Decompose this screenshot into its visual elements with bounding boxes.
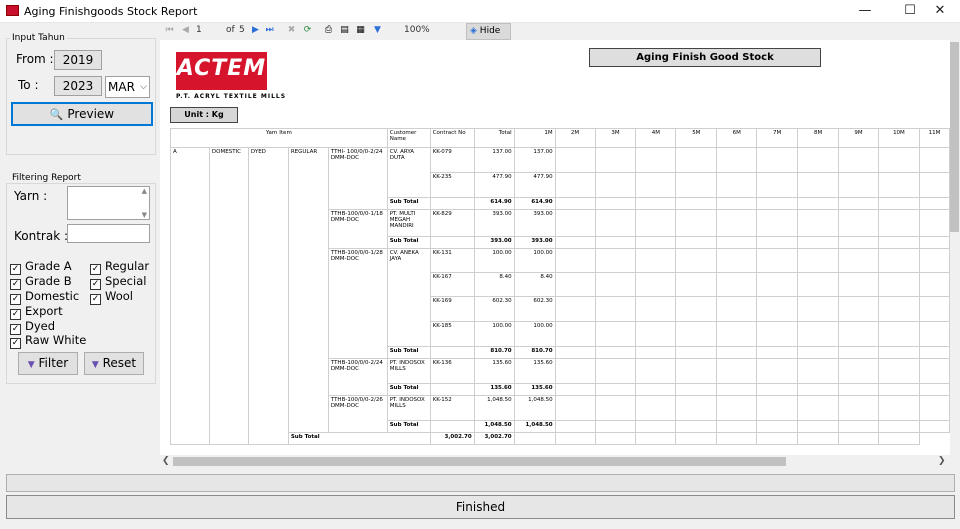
filter-label: Filter [38, 356, 69, 370]
reset-button[interactable]: ▼ Reset [84, 352, 144, 375]
close-button[interactable]: ✕ [925, 0, 955, 23]
scroll-left-icon[interactable]: ❮ [162, 456, 170, 466]
check-icon: ✓ [10, 338, 21, 349]
month-select[interactable]: MAR ⌵ [105, 76, 150, 98]
class-cell: REGULAR [287, 147, 329, 433]
special-checkbox[interactable]: ✓ Special [90, 274, 146, 290]
header-3m: 3M [594, 128, 637, 148]
filtering-title: Filtering Report [10, 173, 83, 183]
reset-label: Reset [102, 356, 137, 370]
check-icon: ✓ [90, 294, 101, 305]
app-icon [6, 5, 19, 16]
header-9m: 9M [838, 128, 879, 148]
filter-button[interactable]: ▼ Filter [18, 352, 78, 375]
header-1m: 1M [513, 128, 556, 148]
market-cell: DOMESTIC [208, 147, 249, 445]
report-title: Aging Finish Good Stock [589, 48, 821, 67]
header-row: Yarn Item Customer Name Contract No Tota… [170, 128, 950, 148]
header-2m: 2M [554, 128, 596, 148]
unit-label: Unit : Kg [170, 107, 238, 123]
regular-checkbox[interactable]: ✓ Regular [90, 259, 149, 275]
to-label: To : [18, 78, 39, 92]
title-bar: Aging Finishgoods Stock Report — ☐ ✕ [0, 0, 960, 23]
hide-button[interactable]: ◈ Hide [466, 23, 511, 40]
grade-cell: A [170, 147, 210, 445]
scroll-up-icon: ▲ [141, 187, 147, 195]
yarn-label: Yarn : [14, 189, 48, 203]
magnifier-icon: 🔍 [49, 108, 64, 121]
report-toolbar: ⏮ ◀ 1 of 5 ▶ ⏭ ✖ ⟳ ⎙ ▤ ▦ ▼ 100% ◈ Hide [160, 23, 960, 40]
header-contract: Contract No [429, 128, 475, 148]
header-8m: 8M [797, 128, 840, 148]
grade-a-checkbox[interactable]: ✓ Grade A [10, 259, 72, 275]
refresh-icon[interactable]: ⟳ [302, 25, 313, 36]
wool-checkbox[interactable]: ✓ Wool [90, 289, 133, 305]
input-tahun-title: Input Tahun [10, 33, 67, 43]
preview-button[interactable]: 🔍 Preview [11, 102, 153, 126]
header-5m: 5M [675, 128, 718, 148]
page-total: 5 [239, 25, 245, 35]
page-of-label: of [226, 25, 235, 35]
left-panel: Input Tahun From : 2019 To : 2023 MAR ⌵ … [0, 23, 160, 471]
header-total: Total [473, 128, 515, 148]
month-value: MAR [108, 80, 135, 94]
header-6m: 6M [716, 128, 758, 148]
export-checkbox[interactable]: ✓ Export [10, 304, 63, 320]
print-icon[interactable]: ⎙ [323, 25, 334, 36]
horizontal-scroll-thumb[interactable] [173, 457, 786, 466]
domestic-checkbox[interactable]: ✓ Domestic [10, 289, 79, 305]
report-table: Yarn Item Customer Name Contract No Tota… [170, 128, 950, 445]
prev-page-icon[interactable]: ◀ [180, 25, 191, 36]
stop-icon[interactable]: ✖ [286, 25, 297, 36]
page-number-input[interactable]: 1 [196, 25, 202, 35]
chevron-down-icon: ⌵ [140, 82, 147, 92]
raw-white-checkbox[interactable]: ✓ Raw White [10, 333, 86, 349]
yarn-textarea[interactable]: ▲ ▼ [67, 186, 150, 220]
from-year-field[interactable]: 2019 [54, 50, 102, 70]
vertical-scroll-thumb[interactable] [950, 42, 959, 232]
page-setup-icon[interactable]: ▦ [355, 25, 366, 36]
report-page: ACTEM P.T. ACRYL TEXTILE MILLS Aging Fin… [160, 40, 950, 455]
kontrak-input[interactable] [67, 224, 150, 243]
header-11m: 11M [918, 128, 950, 148]
first-page-icon[interactable]: ⏮ [164, 25, 175, 36]
header-7m: 7M [756, 128, 799, 148]
finished-status: Finished [6, 495, 955, 519]
funnel-icon: ▼ [91, 360, 99, 370]
company-logo: ACTEM [176, 52, 267, 90]
grade-b-checkbox[interactable]: ✓ Grade B [10, 274, 72, 290]
zoom-select[interactable]: 100% [404, 25, 430, 35]
header-4m: 4M [635, 128, 677, 148]
print-layout-icon[interactable]: ▤ [339, 25, 350, 36]
last-page-icon[interactable]: ⏭ [264, 25, 275, 36]
window-title: Aging Finishgoods Stock Report [24, 5, 198, 18]
next-page-icon[interactable]: ▶ [250, 25, 261, 36]
company-name: P.T. ACRYL TEXTILE MILLS [176, 93, 287, 100]
kontrak-label: Kontrak : [14, 229, 69, 243]
header-yarn-item: Yarn Item [170, 128, 388, 148]
scroll-down-icon: ▼ [141, 211, 147, 219]
from-label: From : [16, 52, 54, 66]
header-10m: 10M [877, 128, 920, 148]
table-row: A DOMESTIC DYED REGULAR TTHI- 100/0/0-2/… [170, 147, 950, 445]
export-icon[interactable]: ▼ [372, 25, 383, 36]
maximize-button[interactable]: ☐ [895, 0, 925, 23]
minimize-button[interactable]: — [850, 0, 880, 23]
to-year-field[interactable]: 2023 [54, 76, 102, 96]
hide-icon: ◈ [470, 26, 477, 36]
progress-bar [6, 474, 955, 492]
type-cell: DYED [247, 147, 289, 445]
funnel-icon: ▼ [27, 360, 35, 370]
scroll-right-icon[interactable]: ❯ [938, 456, 946, 466]
hide-label: Hide [479, 26, 501, 36]
header-customer: Customer Name [386, 128, 431, 148]
preview-label: Preview [67, 107, 115, 121]
